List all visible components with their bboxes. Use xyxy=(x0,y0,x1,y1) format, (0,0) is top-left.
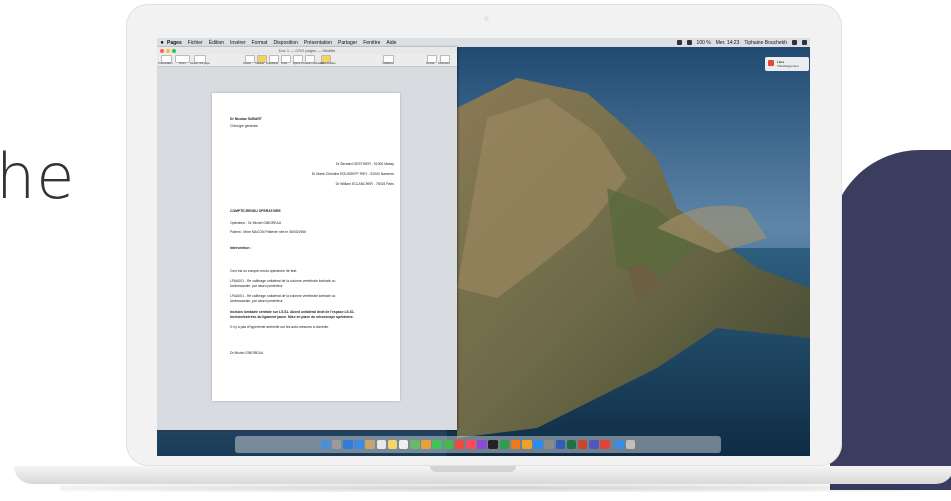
doc-recipient-3: Dr William ECLANCHER - 75015 Paris xyxy=(335,182,394,186)
notification-text: Téléchargement xyxy=(777,64,799,68)
powerpoint-icon[interactable] xyxy=(577,439,588,450)
menu-inserer[interactable]: Insérer xyxy=(230,40,246,46)
appstore-icon[interactable] xyxy=(533,439,543,450)
toolbar-label-text: Texte xyxy=(281,61,288,65)
toolbar-label-table: Tableau xyxy=(255,61,265,65)
news-icon[interactable] xyxy=(454,439,465,450)
doc-body-line: LFAA001 - Re calibrage unilatéral de la … xyxy=(230,294,336,298)
doc-recipient-2: Dr Marie-Christine ROUSSEFF RIEY - 92000… xyxy=(311,172,394,176)
doc-patient: Patient : Mme MACON Patiente née le 05/0… xyxy=(230,230,306,234)
safari-icon[interactable] xyxy=(342,439,353,450)
menu-fichier[interactable]: Fichier xyxy=(188,40,203,46)
keynote-icon[interactable] xyxy=(510,439,521,450)
document-canvas[interactable]: Dr Nicolas SUBART Chirurgie générale Dr … xyxy=(157,67,457,430)
zoom-button[interactable] xyxy=(172,49,176,53)
window-title: Doc 1 — CRO pages — Modifié xyxy=(278,48,336,53)
reminders-icon[interactable] xyxy=(398,439,409,450)
mail-icon[interactable] xyxy=(354,439,364,450)
decorative-navy-shape xyxy=(830,150,951,490)
maps-icon[interactable] xyxy=(410,439,420,450)
toolbar-label-insert: Insérer xyxy=(243,61,252,65)
doc-bold-line: Incision/exérèse du ligament jaune. Mise… xyxy=(230,315,354,319)
numbers-icon[interactable] xyxy=(499,439,510,450)
calendar-icon[interactable] xyxy=(376,439,387,450)
settings-icon[interactable] xyxy=(544,439,554,450)
excel-icon[interactable] xyxy=(566,439,577,450)
finder-icon[interactable] xyxy=(320,439,331,450)
clock[interactable]: Mer. 14:23 xyxy=(716,40,740,46)
toolbar: Présentation Zoom Ajouter une page Insér… xyxy=(157,54,457,67)
search-icon[interactable] xyxy=(792,40,797,45)
toolbar-label-presentation: Présentation xyxy=(158,61,173,65)
doc-body-line: lombosacrale, par abord postérieur xyxy=(230,284,283,288)
toolbar-label-zoom: Zoom xyxy=(179,61,186,65)
menu-partager[interactable]: Partager xyxy=(338,40,357,46)
notes-icon[interactable] xyxy=(387,439,398,450)
menu-presentation[interactable]: Présentation xyxy=(304,40,332,46)
doc-body-line: LFAA001 - Re calibrage unilatéral de la … xyxy=(230,279,336,283)
tv-icon[interactable] xyxy=(488,439,498,450)
headline-fragment: he xyxy=(0,140,76,213)
menu-aide[interactable]: Aide xyxy=(386,40,396,46)
pages-window: Doc 1 — CRO pages — Modifié Présentation… xyxy=(157,47,457,430)
menu-format[interactable]: Format xyxy=(252,40,268,46)
doc-body-line: Ceci est un compte-rendu opératoire de t… xyxy=(230,269,298,273)
contacts-icon[interactable] xyxy=(365,439,375,450)
control-center-icon[interactable] xyxy=(802,40,807,45)
doc-recipient-1: Dr Bernard GESTHIER - 91300 Massy xyxy=(335,162,394,166)
doc-intervention: Intervention : xyxy=(230,246,252,250)
user-name[interactable]: Tiphaine Bouchekh xyxy=(744,40,787,46)
toolbar-label-chart: Graphique xyxy=(266,61,279,65)
window-titlebar: Doc 1 — CRO pages — Modifié xyxy=(157,47,457,54)
toolbar-label-document: Document xyxy=(438,61,450,65)
toolbar-label-collaborate: Collaborer xyxy=(382,61,394,65)
notification-app-icon xyxy=(768,60,774,66)
menu-app-name[interactable]: Pages xyxy=(167,40,182,46)
doc-closing: Il n'y a pas d'hyperémie artérielle sur … xyxy=(230,325,330,329)
notification-card[interactable]: Libre Téléchargement xyxy=(765,57,809,71)
doc-operator: Opérateur : Dr Michel GIBOREAU xyxy=(230,221,282,225)
podcasts-icon[interactable] xyxy=(477,439,487,450)
menu-bar: ● Pages Fichier Édition Insérer Format D… xyxy=(157,38,810,47)
status-app-icon[interactable] xyxy=(676,40,682,45)
close-button[interactable] xyxy=(160,49,164,53)
wifi-icon[interactable] xyxy=(686,40,692,45)
minimize-button[interactable] xyxy=(166,49,170,53)
laptop-shadow xyxy=(60,484,920,492)
word-icon[interactable] xyxy=(555,439,566,450)
doc-signature: Dr Michel GIBOREAU xyxy=(230,351,264,355)
doc-author: Dr Nicolas SUBART xyxy=(230,117,262,121)
pages-icon[interactable] xyxy=(521,439,532,450)
battery-level[interactable]: 100 % xyxy=(697,40,711,46)
apple-menu-icon[interactable]: ● xyxy=(157,40,167,46)
toolbar-label-shape: Figure xyxy=(293,61,301,65)
toolbar-label-add-page: Ajouter une page xyxy=(190,61,210,65)
menu-disposition[interactable]: Disposition xyxy=(273,40,297,46)
document-page[interactable]: Dr Nicolas SUBART Chirurgie générale Dr … xyxy=(212,93,400,401)
trash-icon[interactable] xyxy=(625,439,636,450)
photos-icon[interactable] xyxy=(421,439,431,450)
doc-report-title: COMPTE-RENDU OPERATOIRE xyxy=(230,209,281,213)
dock xyxy=(235,436,721,453)
laptop-screen: ● Pages Fichier Édition Insérer Format D… xyxy=(157,38,810,456)
messages-icon[interactable] xyxy=(432,439,443,450)
doc-body-line: lombosacrale, par abord postérieur xyxy=(230,299,283,303)
teams-icon[interactable] xyxy=(589,439,599,450)
toolbar-label-format: Format xyxy=(426,61,435,65)
launchpad-icon[interactable] xyxy=(331,439,342,450)
chrome-icon[interactable] xyxy=(600,439,610,450)
folder-icon[interactable] xyxy=(614,439,625,450)
doc-bold-line: Incision lombaire centrale sur L5-S1. Ab… xyxy=(230,310,355,314)
music-icon[interactable] xyxy=(466,439,476,450)
menu-edition[interactable]: Édition xyxy=(209,40,224,46)
menu-fenetre[interactable]: Fenêtre xyxy=(363,40,380,46)
toolbar-label-comment: Commentaire xyxy=(320,61,336,65)
doc-dept: Chirurgie générale xyxy=(230,124,258,128)
laptop-notch xyxy=(430,466,516,472)
camera-icon xyxy=(484,16,489,21)
facetime-icon[interactable] xyxy=(443,439,454,450)
menu-status-area: 100 % Mer. 14:23 Tiphaine Bouchekh xyxy=(672,40,810,46)
